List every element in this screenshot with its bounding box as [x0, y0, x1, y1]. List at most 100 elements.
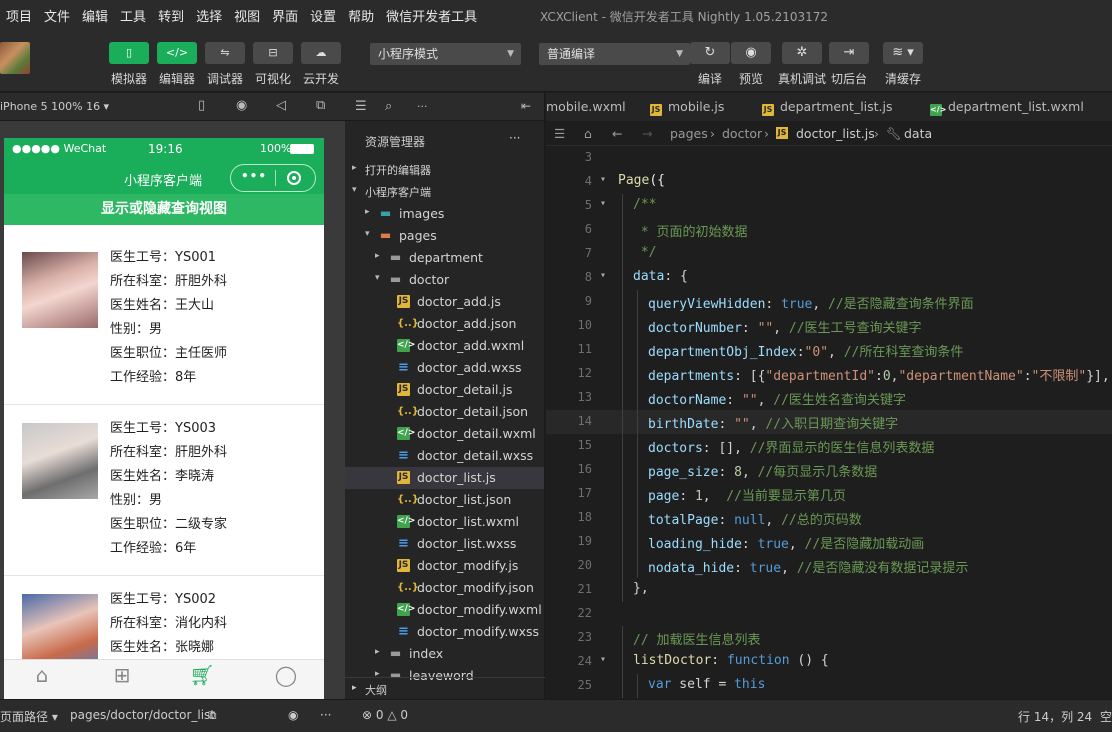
tree-item[interactable]: JS doctor_modify.js: [345, 555, 544, 577]
tree-item[interactable]: {..} doctor_modify.json: [345, 577, 544, 599]
back-icon[interactable]: ←: [612, 126, 622, 141]
cloud-icon[interactable]: ☁: [301, 42, 341, 64]
phone-icon[interactable]: ▯: [109, 42, 149, 64]
tree-item[interactable]: {..} doctor_add.json: [345, 313, 544, 335]
section-outline[interactable]: ▸ 大纲: [345, 677, 545, 699]
tree-item[interactable]: ▾ ▬ doctor: [345, 269, 544, 291]
tree-item[interactable]: {..} doctor_detail.json: [345, 401, 544, 423]
menu-item[interactable]: 视图: [228, 6, 266, 25]
tab-home[interactable]: ⌂: [12, 660, 72, 690]
breadcrumb-item[interactable]: doctor_list.js: [796, 126, 875, 141]
close-capsule-icon[interactable]: [287, 171, 301, 185]
editor-tab[interactable]: mobile.wxml: [546, 93, 626, 121]
forward-icon[interactable]: →: [642, 126, 652, 141]
doctor-card[interactable]: 医生工号：YS003 所在科室：肝胆外科 医生姓名：李晓涛 性别：男 医生职位：二级专家…: [4, 405, 324, 576]
tree-item[interactable]: ▾ ▬ pages: [345, 225, 544, 247]
record-icon[interactable]: ◉: [236, 98, 247, 113]
tool-debug[interactable]: ⇋ 调试器: [205, 42, 245, 87]
tab-category[interactable]: ⊞: [92, 660, 152, 690]
more-icon[interactable]: ···: [320, 708, 331, 722]
collapse-icon[interactable]: ⇤: [521, 99, 531, 113]
doctor-card[interactable]: 医生工号：YS001 所在科室：肝胆外科 医生姓名：王大山 性别：男 医生职位：主任医师…: [4, 234, 324, 405]
breadcrumb-item[interactable]: pages: [670, 126, 708, 141]
list-icon[interactable]: ☰: [554, 126, 565, 141]
tool-eye[interactable]: ◉ 预览: [731, 42, 771, 87]
tab-user[interactable]: ◯: [256, 660, 316, 690]
tree-item[interactable]: JS doctor_detail.js: [345, 379, 544, 401]
mode-select[interactable]: 小程序模式 ▼: [370, 43, 521, 65]
menu-item[interactable]: 项目: [0, 6, 38, 25]
tool-phone[interactable]: ▯ 模拟器: [109, 42, 149, 87]
tree-item[interactable]: ≡ doctor_detail.wxss: [345, 445, 544, 467]
tool-switch[interactable]: ⇥ 切后台: [829, 42, 869, 87]
editor-tab[interactable]: JS department_list.js: [762, 93, 893, 121]
tree-item[interactable]: </> doctor_list.wxml: [345, 511, 544, 533]
debug-icon[interactable]: ⇋: [205, 42, 245, 64]
problems-count[interactable]: ⊗ 0 △ 0: [362, 708, 408, 722]
breadcrumb-item[interactable]: doctor: [722, 126, 762, 141]
breadcrumb-item[interactable]: data: [904, 126, 932, 141]
tree-item[interactable]: ▸ ▬ index: [345, 643, 544, 665]
tool-layers[interactable]: ≋ ▾ 清缓存: [883, 42, 923, 87]
menu-item[interactable]: 界面: [266, 6, 304, 25]
tree-item[interactable]: JS doctor_add.js: [345, 291, 544, 313]
tool-cloud[interactable]: ☁ 云开发: [301, 42, 341, 87]
tree-item[interactable]: </> doctor_modify.wxml: [345, 599, 544, 621]
tree-item[interactable]: ≡ doctor_list.wxss: [345, 533, 544, 555]
cursor-position[interactable]: 行 14，列 24: [1018, 708, 1092, 725]
search-icon[interactable]: ⌕: [385, 99, 392, 114]
editor-tab[interactable]: JS mobile.js: [650, 93, 724, 121]
indent-setting[interactable]: 空: [1100, 708, 1112, 725]
tree-item[interactable]: {..} doctor_list.json: [345, 489, 544, 511]
menu-item[interactable]: 设置: [304, 6, 342, 25]
tree-item[interactable]: ≡ doctor_modify.wxss: [345, 621, 544, 643]
menu-item[interactable]: 文件: [38, 6, 76, 25]
window-icon[interactable]: ⧉: [316, 98, 325, 113]
menu-item[interactable]: 工具: [114, 6, 152, 25]
device-select[interactable]: iPhone 5 100% 16 ▾: [0, 100, 109, 113]
phone-icon[interactable]: ▯: [198, 98, 205, 113]
fold-icon[interactable]: ▾: [600, 270, 606, 281]
tree-item[interactable]: ▸ ▬ department: [345, 247, 544, 269]
code-area[interactable]: 3 4 ▾ Page({5 ▾/** 6 * 页面的初始数据 7 */8 ▾ data: {9 q…: [546, 146, 1112, 699]
compile-select[interactable]: 普通编译 ▼: [539, 43, 690, 65]
fold-icon[interactable]: ▾: [600, 174, 606, 185]
refresh-icon[interactable]: ↻: [690, 42, 730, 64]
bookmark-icon[interactable]: ⌂: [584, 126, 592, 141]
tree-item[interactable]: </> doctor_detail.wxml: [345, 423, 544, 445]
tool-code[interactable]: </> 编辑器: [157, 42, 197, 87]
volume-icon[interactable]: ◁: [276, 98, 286, 113]
tree-item[interactable]: ≡ doctor_add.wxss: [345, 357, 544, 379]
more-icon[interactable]: ···: [417, 100, 428, 113]
list-icon[interactable]: ☰: [355, 99, 367, 114]
editor-tab[interactable]: </> department_list.wxml: [930, 93, 1084, 121]
menu-item[interactable]: 帮助: [342, 6, 380, 25]
switch-icon[interactable]: ⇥: [829, 42, 869, 64]
section-open-editors[interactable]: ▸ 打开的编辑器: [345, 159, 544, 181]
menu-item[interactable]: 选择: [190, 6, 228, 25]
fold-icon[interactable]: ▾: [600, 654, 606, 665]
more-icon[interactable]: •••: [241, 169, 267, 183]
tab-cart[interactable]: 🛒︎: [172, 660, 232, 690]
tool-visual[interactable]: ⊟ 可视化: [253, 42, 293, 87]
menu-item[interactable]: 转到: [152, 6, 190, 25]
eye-icon[interactable]: ◉: [731, 42, 771, 64]
section-project[interactable]: ▾ 小程序客户端: [345, 181, 544, 203]
visual-icon[interactable]: ⊟: [253, 42, 293, 64]
layers-icon[interactable]: ≋ ▾: [883, 42, 923, 64]
toggle-query-view-button[interactable]: 显示或隐藏查询视图: [4, 194, 324, 234]
copy-icon[interactable]: ⧉: [208, 708, 217, 723]
code-icon[interactable]: </>: [157, 42, 197, 64]
tree-item[interactable]: JS doctor_list.js: [345, 467, 544, 489]
explorer-more-button[interactable]: ···: [509, 131, 520, 145]
menu-item[interactable]: 微信开发者工具: [380, 6, 483, 25]
tree-item[interactable]: ▸ ▬ images: [345, 203, 544, 225]
tree-item[interactable]: </> doctor_add.wxml: [345, 335, 544, 357]
bug-icon[interactable]: ✲: [782, 42, 822, 64]
page-path-dropdown[interactable]: 页面路径 ▾: [0, 708, 58, 725]
capsule-menu[interactable]: •••: [230, 164, 316, 192]
fold-icon[interactable]: ▾: [600, 198, 606, 209]
eye-icon[interactable]: ◉: [288, 708, 298, 722]
avatar[interactable]: [0, 42, 30, 74]
menu-item[interactable]: 编辑: [76, 6, 114, 25]
